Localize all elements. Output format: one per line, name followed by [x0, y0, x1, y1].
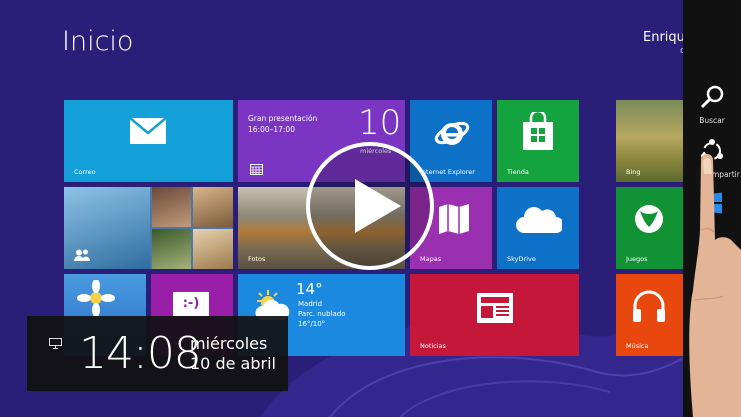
tile-bing-label: Bing	[626, 168, 641, 176]
tile-news[interactable]: Noticias	[410, 274, 579, 356]
newspaper-icon	[477, 293, 513, 323]
weather-condition: Parc. nublado	[298, 310, 346, 318]
tile-store-label: Tienda	[507, 168, 529, 176]
store-bag-icon	[523, 112, 553, 150]
clock-overlay: 14:08 miércoles 10 de abril	[27, 316, 288, 391]
clock-date: 10 de abril	[190, 354, 276, 373]
hand-gesture	[689, 154, 741, 417]
xbox-icon	[635, 205, 663, 233]
map-icon	[439, 204, 469, 234]
weather-temp: 14°	[296, 280, 323, 298]
people-photo-4	[152, 229, 191, 269]
weather-city: Madrid	[298, 300, 323, 308]
weather-range: 16°/10°	[298, 320, 326, 328]
calendar-time: 16:00–17:00	[248, 125, 295, 134]
calendar-icon	[250, 164, 263, 175]
clock-day: miércoles	[190, 334, 268, 353]
search-icon	[700, 85, 724, 109]
play-button[interactable]	[305, 141, 435, 271]
tile-news-label: Noticias	[420, 342, 446, 350]
tile-games-label: Juegos	[626, 255, 648, 263]
tile-store[interactable]: Tienda	[497, 100, 579, 182]
charm-search-label: Buscar	[699, 116, 725, 125]
tile-music-label: Música	[626, 342, 649, 350]
cloud-icon	[516, 207, 562, 233]
mail-icon	[129, 117, 167, 144]
internet-explorer-icon	[434, 121, 470, 145]
tile-skydrive[interactable]: SkyDrive	[497, 187, 579, 269]
people-photo-5	[193, 229, 233, 269]
charm-search[interactable]: Buscar	[683, 84, 741, 125]
people-icon	[74, 249, 90, 261]
tile-mail[interactable]: Correo	[64, 100, 233, 182]
start-title: Inicio	[62, 26, 134, 57]
tile-people[interactable]	[64, 187, 233, 269]
tile-skydrive-label: SkyDrive	[507, 255, 536, 263]
calendar-day-number: 10	[358, 103, 402, 143]
tile-music[interactable]: Música	[616, 274, 683, 356]
tile-mail-label: Correo	[74, 168, 96, 176]
clock-time: 14:08	[79, 328, 202, 379]
tile-games[interactable]: Juegos	[616, 187, 683, 269]
flower-icon	[77, 280, 115, 316]
calendar-event: Gran presentación	[248, 114, 318, 123]
headphones-icon	[633, 290, 665, 322]
people-photo-2	[152, 187, 191, 227]
network-icon	[49, 338, 62, 349]
messaging-bubble-icon: :-)	[173, 292, 209, 316]
tile-photos-label: Fotos	[248, 255, 266, 263]
people-photo-3	[193, 187, 233, 227]
tile-bing[interactable]: Bing	[616, 100, 683, 182]
messaging-emoticon: :-)	[182, 296, 200, 311]
